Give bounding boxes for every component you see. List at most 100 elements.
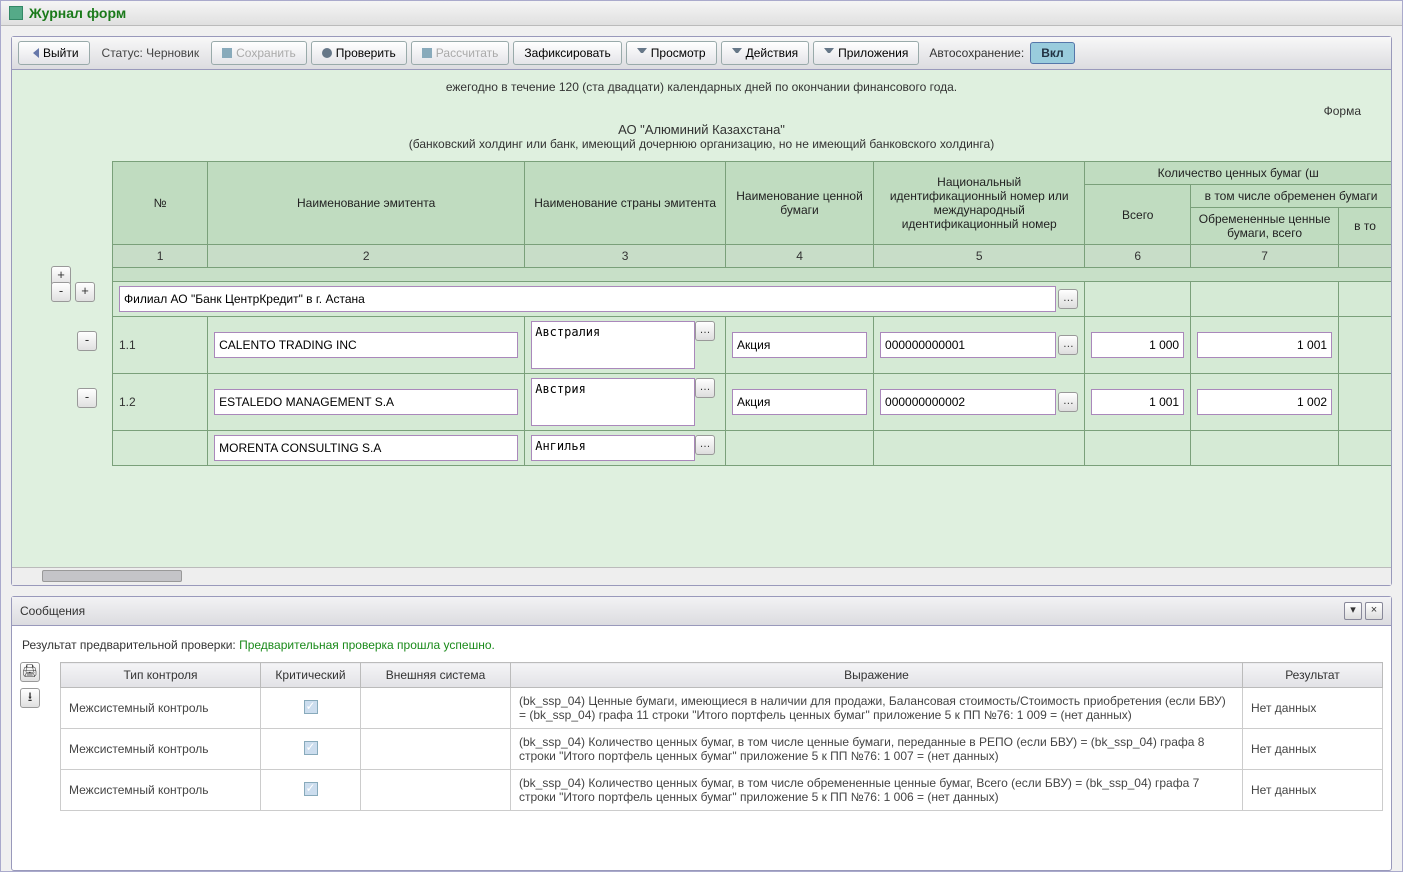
col-res: Результат: [1243, 663, 1383, 688]
country-input[interactable]: [531, 378, 695, 426]
msg-res: Нет данных: [1243, 688, 1383, 729]
calc-icon: [422, 48, 432, 58]
security-input[interactable]: [732, 389, 867, 415]
row-no: 1.2: [119, 395, 136, 409]
autosave-label: Автосохранение:: [929, 46, 1024, 60]
scrollbar-thumb[interactable]: [42, 570, 182, 582]
critical-checkbox: [304, 782, 318, 796]
toolbar: Выйти Статус: Черновик Сохранить Провери…: [12, 37, 1391, 70]
org-name: АО "Алюминий Казахстана": [32, 122, 1371, 137]
colnum: 6: [1085, 245, 1191, 268]
enc-input[interactable]: [1197, 332, 1332, 358]
enc-input[interactable]: [1197, 389, 1332, 415]
check-result: Результат предварительной проверки: Пред…: [22, 638, 1383, 652]
status-label: Статус: Черновик: [94, 46, 208, 60]
result-prefix: Результат предварительной проверки:: [22, 638, 239, 652]
lookup-button[interactable]: …: [695, 378, 715, 398]
msg-res: Нет данных: [1243, 729, 1383, 770]
issuer-input[interactable]: [214, 332, 518, 358]
msg-type: Межсистемный контроль: [61, 688, 261, 729]
lookup-button[interactable]: …: [695, 435, 715, 455]
gear-icon: [322, 48, 332, 58]
exit-label: Выйти: [43, 46, 79, 60]
messages-grid: Тип контроля Критический Внешняя система…: [60, 662, 1383, 811]
actions-label: Действия: [746, 46, 799, 60]
colnum: 1: [113, 245, 208, 268]
form-scroll-area[interactable]: ежегодно в течение 120 (ста двадцати) ка…: [12, 70, 1391, 567]
page-title: Журнал форм: [29, 5, 126, 21]
lookup-button[interactable]: …: [1058, 335, 1078, 355]
preview-button[interactable]: Просмотр: [626, 41, 717, 65]
branch-input[interactable]: [119, 286, 1056, 312]
msg-expr: (bk_ssp_04) Количество ценных бумаг, в т…: [511, 770, 1243, 811]
exit-button[interactable]: Выйти: [18, 41, 90, 65]
content-panel: Выйти Статус: Черновик Сохранить Провери…: [11, 36, 1392, 586]
data-grid: № Наименование эмитента Наименование стр…: [112, 161, 1391, 466]
forma-label: Форма: [32, 104, 1371, 118]
actions-button[interactable]: Действия: [721, 41, 810, 65]
message-row: Межсистемный контроль (bk_ssp_04) Количе…: [61, 729, 1383, 770]
preview-label: Просмотр: [651, 46, 706, 60]
col-natid: Национальный идентификационный номер или…: [874, 162, 1085, 245]
chevron-down-icon: [637, 48, 647, 58]
attachments-button[interactable]: Приложения: [813, 41, 919, 65]
branch-row: -+ …: [113, 282, 1392, 317]
messages-panel: Сообщения ▾ × Результат предварительной …: [11, 596, 1392, 871]
critical-checkbox: [304, 741, 318, 755]
org-sub: (банковский холдинг или банк, имеющий до…: [32, 137, 1371, 151]
total-input[interactable]: [1091, 332, 1184, 358]
lookup-button[interactable]: …: [1058, 289, 1078, 309]
msg-ext: [361, 770, 511, 811]
check-button[interactable]: Проверить: [311, 41, 407, 65]
row-no: 1.1: [119, 338, 136, 352]
col-ext: Внешняя система: [361, 663, 511, 688]
col-expr: Выражение: [511, 663, 1243, 688]
table-row: - 1.1 … …: [113, 317, 1392, 374]
chevron-down-icon: [824, 48, 834, 58]
natid-input[interactable]: [880, 332, 1056, 358]
download-button[interactable]: ⭳: [20, 688, 40, 708]
add-row-button[interactable]: +: [75, 282, 95, 302]
remove-row-button[interactable]: -: [51, 282, 71, 302]
messages-title: Сообщения: [20, 604, 85, 618]
issuer-input[interactable]: [214, 435, 518, 461]
msg-expr: (bk_ssp_04) Ценные бумаги, имеющиеся в н…: [511, 688, 1243, 729]
security-input[interactable]: [732, 332, 867, 358]
msg-expr: (bk_ssp_04) Количество ценных бумаг, в т…: [511, 729, 1243, 770]
col-security: Наименование ценной бумаги: [726, 162, 874, 245]
col-qty-group: Количество ценных бумаг (ш: [1085, 162, 1391, 185]
remove-row-button[interactable]: -: [77, 388, 97, 408]
colnum: 4: [726, 245, 874, 268]
total-input[interactable]: [1091, 389, 1184, 415]
col-issuer: Наименование эмитента: [208, 162, 525, 245]
remove-row-button[interactable]: -: [77, 331, 97, 351]
result-ok: Предварительная проверка прошла успешно.: [239, 638, 495, 652]
chevron-down-icon: [732, 48, 742, 58]
issuer-input[interactable]: [214, 389, 518, 415]
col-type: Тип контроля: [61, 663, 261, 688]
horizontal-scrollbar[interactable]: [12, 567, 1391, 585]
critical-checkbox: [304, 700, 318, 714]
msg-type: Межсистемный контроль: [61, 729, 261, 770]
autosave-toggle[interactable]: Вкл: [1030, 42, 1074, 64]
country-input[interactable]: [531, 435, 695, 461]
natid-input[interactable]: [880, 389, 1056, 415]
title-bar: Журнал форм: [1, 1, 1402, 26]
app-icon: [9, 6, 23, 20]
calc-button: Рассчитать: [411, 41, 510, 65]
fix-button[interactable]: Зафиксировать: [513, 41, 621, 65]
country-input[interactable]: [531, 321, 695, 369]
colnum: [1339, 245, 1391, 268]
messages-body: Результат предварительной проверки: Пред…: [12, 626, 1391, 870]
close-icon[interactable]: ×: [1365, 602, 1383, 620]
attachments-label: Приложения: [838, 46, 908, 60]
calc-label: Рассчитать: [436, 46, 499, 60]
collapse-icon[interactable]: ▾: [1344, 602, 1362, 620]
col-total: Всего: [1085, 185, 1191, 245]
message-row: Межсистемный контроль (bk_ssp_04) Количе…: [61, 770, 1383, 811]
save-label: Сохранить: [236, 46, 296, 60]
print-button[interactable]: 🖨: [20, 662, 40, 682]
check-label: Проверить: [336, 46, 396, 60]
lookup-button[interactable]: …: [695, 321, 715, 341]
lookup-button[interactable]: …: [1058, 392, 1078, 412]
